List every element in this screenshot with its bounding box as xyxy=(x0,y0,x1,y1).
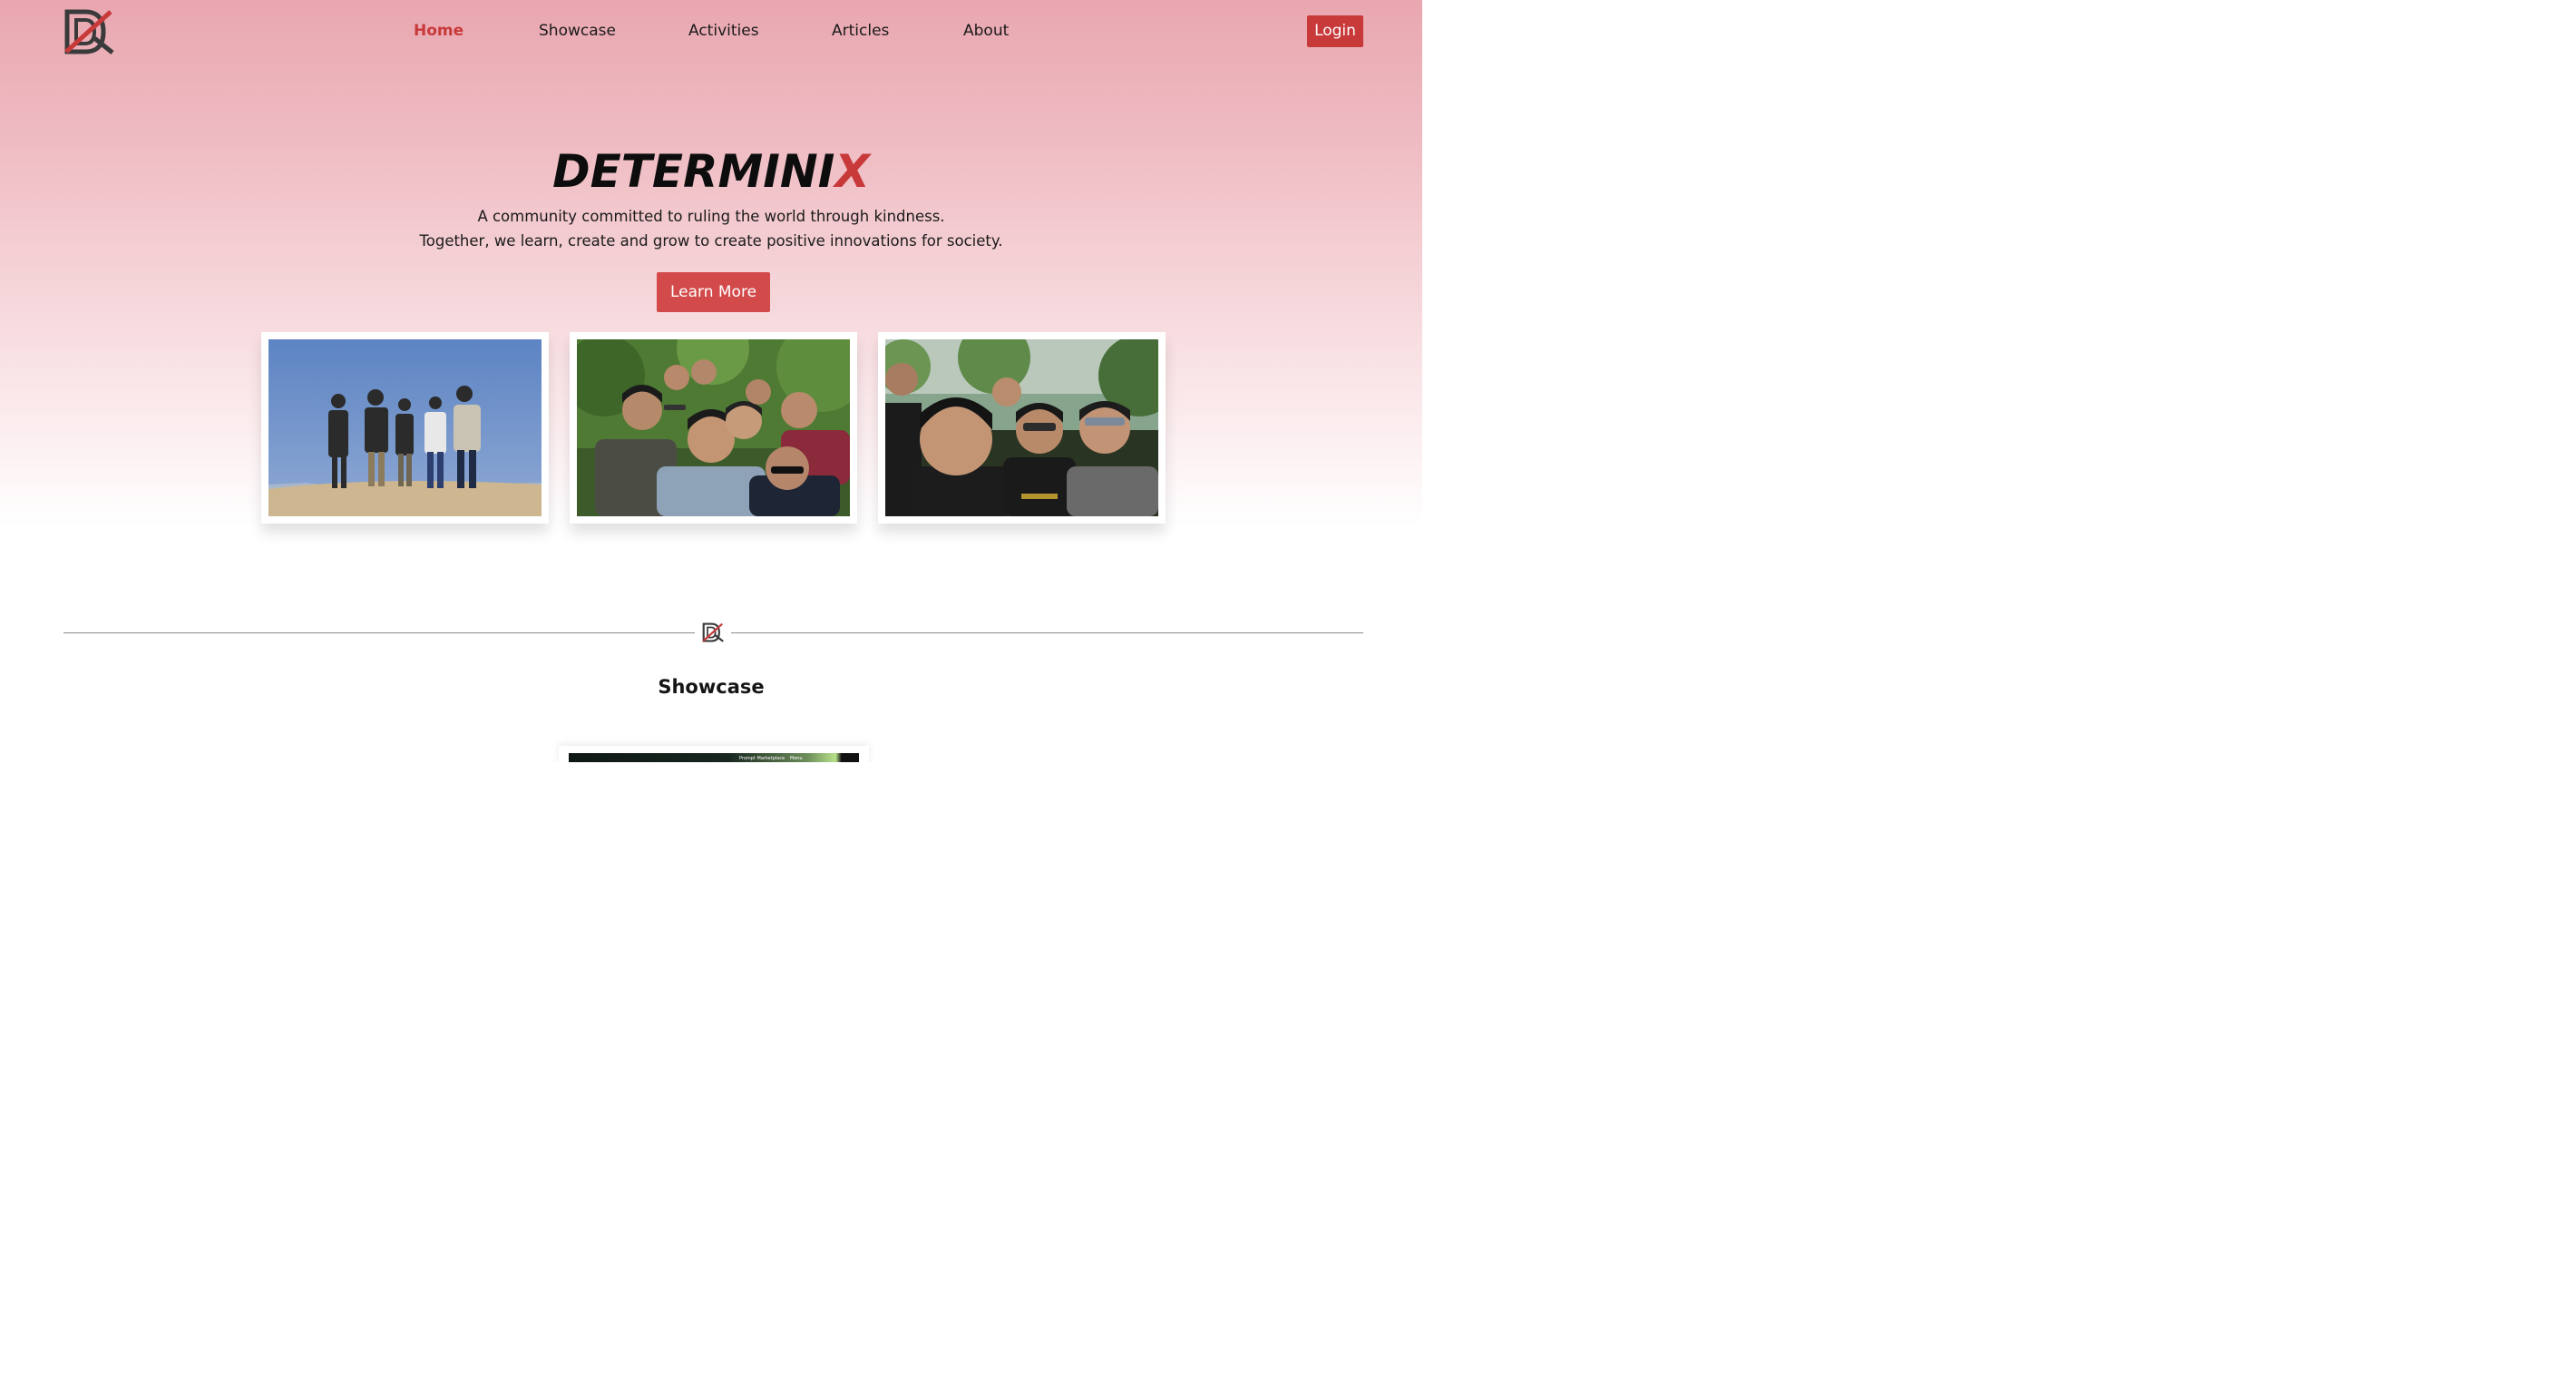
showcase-section-title: Showcase xyxy=(658,676,765,698)
showcase-card[interactable]: Prompt Marketplace Menu xyxy=(559,746,869,762)
group-photo-selfie-garden xyxy=(577,339,850,516)
nav-home[interactable]: Home xyxy=(414,22,463,40)
nav-articles[interactable]: Articles xyxy=(832,22,889,40)
nav-about[interactable]: About xyxy=(963,22,1009,40)
hero-tagline-line-1: A community committed to ruling the worl… xyxy=(477,208,945,225)
photo-card[interactable] xyxy=(261,332,549,524)
main-nav: Home Showcase Activities Articles About xyxy=(0,22,1422,44)
site-header: Home Showcase Activities Articles About … xyxy=(0,0,1422,65)
thumb-text-menu: Menu xyxy=(790,756,803,761)
page: Home Showcase Activities Articles About … xyxy=(0,0,1422,762)
photo-card[interactable] xyxy=(878,332,1166,524)
hero-title: DETERMINIX xyxy=(0,142,1422,201)
determinix-logo-icon xyxy=(702,622,724,642)
learn-more-button[interactable]: Learn More xyxy=(657,272,770,312)
divider-line-left xyxy=(63,632,695,633)
hero-tagline-line-2: Together, we learn, create and grow to c… xyxy=(419,232,1003,250)
divider-line-right xyxy=(731,632,1363,633)
group-photo-selfie-forest xyxy=(885,339,1158,516)
hero-title-accent: X xyxy=(834,145,870,198)
hero-title-main: DETERMINI xyxy=(552,145,835,198)
thumb-text-marketplace: Prompt Marketplace xyxy=(739,756,785,761)
nav-activities[interactable]: Activities xyxy=(688,22,759,40)
nav-showcase[interactable]: Showcase xyxy=(539,22,616,40)
login-button[interactable]: Login xyxy=(1307,15,1363,47)
photo-card[interactable] xyxy=(570,332,857,524)
group-photo-mountain xyxy=(268,339,542,516)
showcase-thumbnail: Prompt Marketplace Menu xyxy=(569,753,859,762)
